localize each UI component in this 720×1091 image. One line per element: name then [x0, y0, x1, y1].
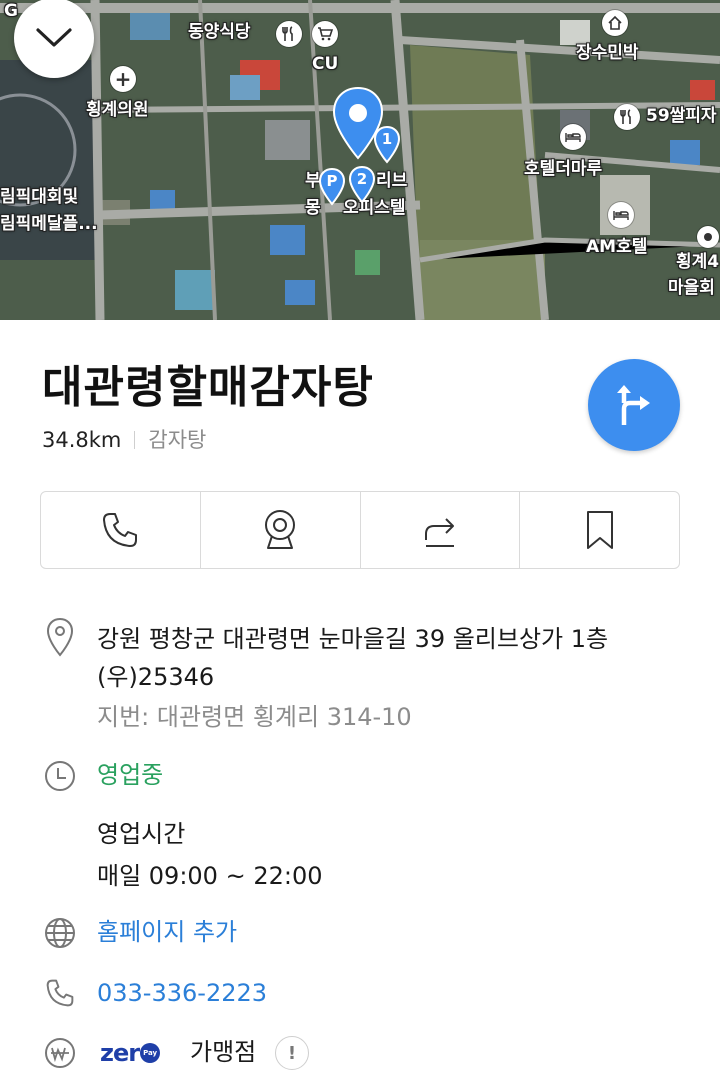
divider	[134, 431, 136, 449]
map-label: AM호텔	[586, 237, 648, 257]
numbered-pin-icon[interactable]: 1	[373, 125, 401, 164]
map-label: 횡계의원	[86, 100, 149, 120]
distance: 34.8km	[42, 428, 122, 452]
chevron-down-icon	[36, 28, 72, 47]
bookmark-icon	[586, 511, 613, 549]
location-icon	[42, 617, 78, 657]
won-icon	[42, 1035, 78, 1071]
hours-detail: 매일 09:00 ~ 22:00	[97, 862, 323, 890]
map-label: 림픽메달플...	[0, 214, 98, 234]
roadview-button[interactable]	[201, 492, 361, 568]
map-label: 장수민박	[576, 43, 639, 63]
directions-icon	[617, 385, 650, 425]
place-meta: 34.8km 감자탕	[42, 426, 206, 454]
globe-icon	[42, 915, 78, 951]
pin-badge-label: 1	[381, 130, 393, 148]
pin-badge-label: P	[326, 172, 338, 190]
add-homepage-link[interactable]: 홈페이지 추가	[97, 916, 237, 948]
postal-code: (우)25346	[97, 663, 215, 691]
map-label: 호텔더마루	[524, 159, 603, 179]
collapse-button[interactable]	[14, 0, 94, 78]
hotel-bed-icon[interactable]	[608, 202, 634, 228]
map-label: 림픽대회및	[0, 187, 79, 207]
hospital-icon[interactable]: +	[110, 66, 136, 92]
phone-number-link[interactable]: 033-336-2223	[97, 977, 267, 1009]
map-label: G	[4, 1, 18, 21]
share-button[interactable]	[361, 492, 521, 568]
zeropay-label: 가맹점	[190, 1038, 257, 1066]
camera-icon	[265, 510, 296, 549]
map-label: 59쌀피자	[646, 106, 717, 126]
category: 감자탕	[148, 428, 207, 452]
map-view[interactable]: G 동양식당 CU 횡계의원 장수민박 59쌀피자 호텔더마루 림픽대회및 림픽…	[0, 0, 720, 320]
poi-dot-icon[interactable]	[697, 226, 719, 248]
hours-title: 영업시간	[97, 820, 186, 848]
open-status[interactable]: 영업중	[97, 759, 163, 791]
zeropay-logo: zer Pay	[100, 1035, 161, 1071]
map-label: 마을회	[668, 278, 715, 298]
clock-icon	[42, 758, 78, 794]
zeropay-logo-badge: Pay	[140, 1043, 161, 1063]
action-bar	[40, 491, 680, 569]
phone-icon	[42, 975, 78, 1011]
numbered-pin-icon[interactable]: 2	[348, 165, 376, 204]
map-label: 동양식당	[188, 22, 251, 42]
share-icon	[424, 518, 454, 547]
hotel-bed-icon[interactable]	[560, 124, 586, 150]
lot-address: 지번: 대관령면 횡계리 314-10	[97, 703, 412, 731]
bookmark-button[interactable]	[520, 492, 679, 568]
restaurant-icon[interactable]	[276, 21, 302, 47]
pin-badge-label: 2	[356, 170, 368, 188]
map-label: CU	[312, 54, 339, 74]
house-icon[interactable]	[602, 10, 628, 36]
map-label: 횡계4	[676, 252, 720, 272]
call-button[interactable]	[41, 492, 201, 568]
info-icon[interactable]: !	[275, 1036, 309, 1070]
shopping-cart-icon[interactable]	[312, 21, 338, 47]
restaurant-icon[interactable]	[614, 104, 640, 130]
zeropay-logo-text: zer	[100, 1039, 140, 1067]
road-address[interactable]: 강원 평창군 대관령면 눈마을길 39 올리브상가 1층	[97, 623, 608, 655]
phone-icon	[103, 513, 138, 547]
parking-pin-icon[interactable]: P	[318, 167, 346, 206]
place-name: 대관령할매감자탕	[42, 362, 374, 413]
directions-button[interactable]	[588, 359, 680, 451]
map-label: 리브	[376, 171, 408, 191]
